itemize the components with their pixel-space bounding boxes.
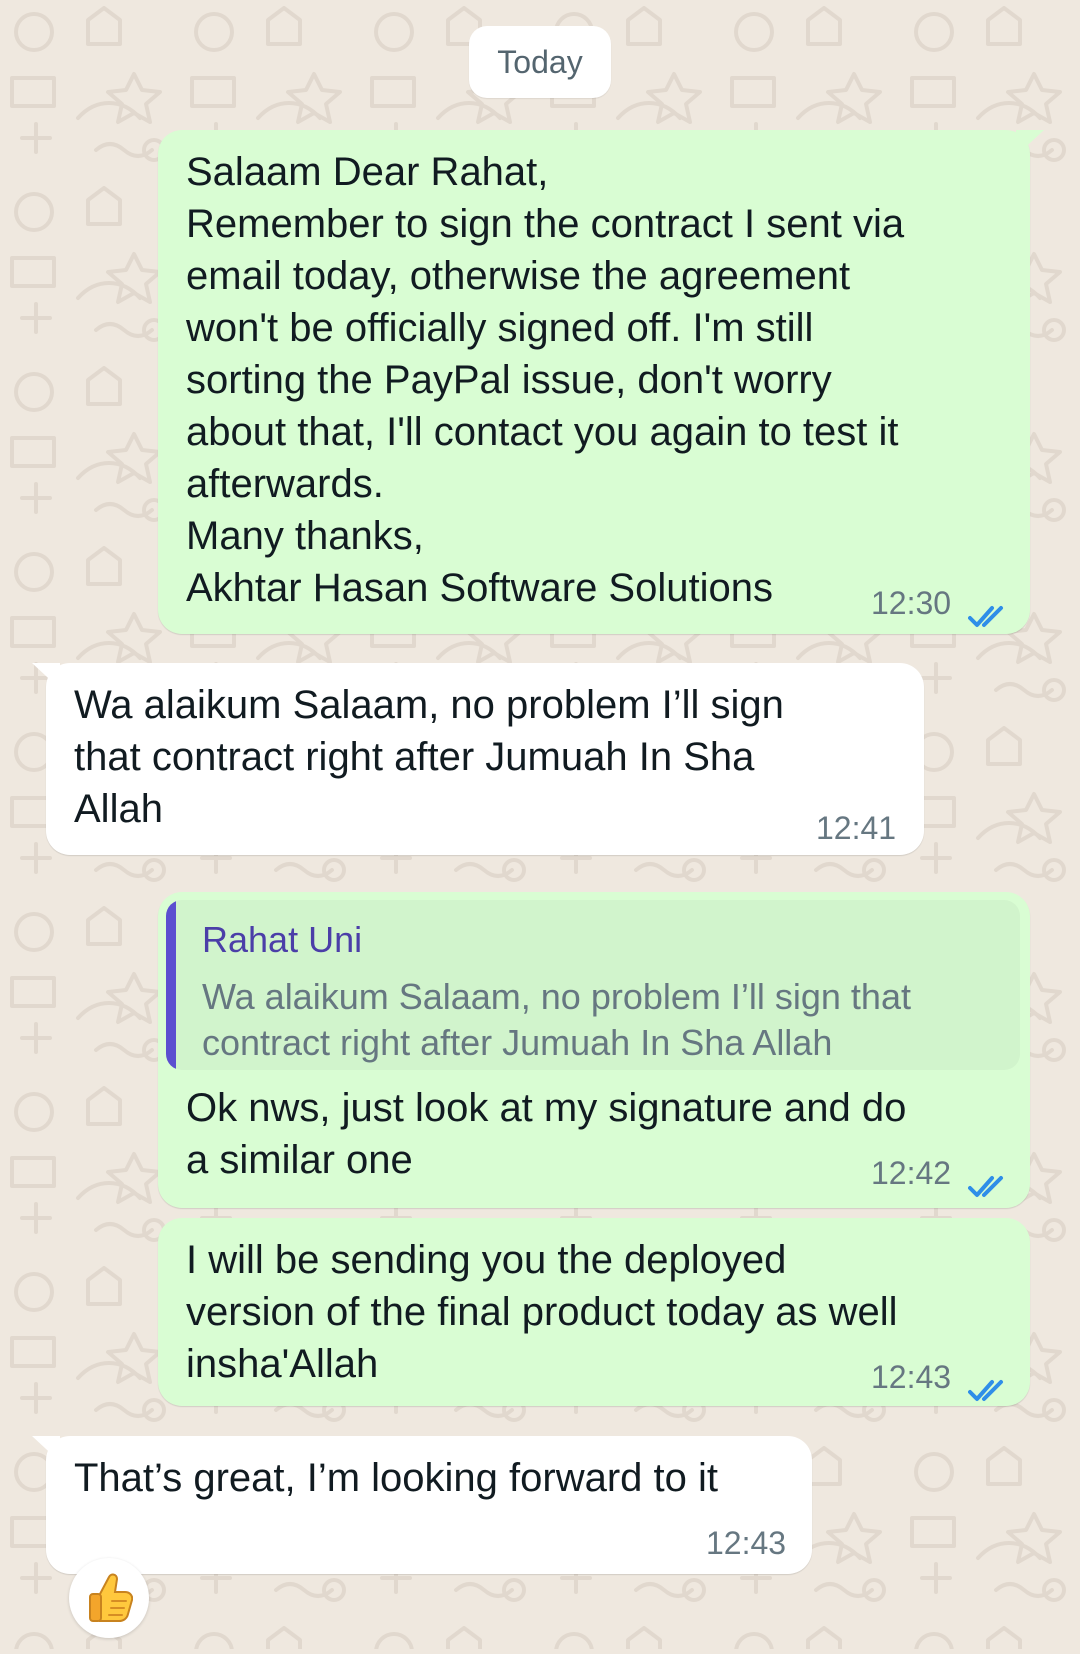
message-bubble-outgoing[interactable]: I will be sending you the deployed versi…	[158, 1218, 1030, 1406]
message-time: 12:30	[871, 585, 952, 621]
double-check-icon	[968, 590, 1010, 627]
reaction-badge[interactable]	[69, 1558, 149, 1638]
message-bubble-outgoing[interactable]: Salaam Dear Rahat, Remember to sign the …	[158, 130, 1044, 634]
message-text: I will be sending you the deployed versi…	[186, 1238, 898, 1386]
quoted-text: Wa alaikum Salaam, no problem I’ll sign …	[202, 976, 911, 1063]
date-separator: Today	[469, 26, 611, 98]
message-text: Ok nws, just look at my signature and do…	[186, 1086, 907, 1182]
message-time: 12:43	[871, 1359, 952, 1395]
quoted-message[interactable]: Rahat Uni Wa alaikum Salaam, no problem …	[166, 900, 1020, 1070]
message-bubble-incoming[interactable]: That’s great, I’m looking forward to it …	[32, 1436, 812, 1574]
reply-message-bubble[interactable]: Rahat Uni Wa alaikum Salaam, no problem …	[158, 892, 1030, 1208]
message-text: That’s great, I’m looking forward to it	[74, 1456, 718, 1500]
double-check-icon	[968, 1160, 1010, 1197]
quoted-author: Rahat Uni	[202, 919, 363, 960]
message-text: Wa alaikum Salaam, no problem I’ll sign …	[74, 683, 784, 831]
message-time: 12:42	[871, 1155, 952, 1191]
double-check-icon	[968, 1364, 1010, 1401]
message-time: 12:43	[706, 1525, 787, 1561]
thumbs-up-emoji	[85, 1570, 134, 1624]
message-time: 12:41	[816, 810, 897, 846]
message-bubble-incoming[interactable]: Wa alaikum Salaam, no problem I’ll sign …	[32, 663, 924, 855]
quote-accent-bar	[166, 900, 176, 1070]
message-text: Salaam Dear Rahat, Remember to sign the …	[186, 150, 905, 610]
